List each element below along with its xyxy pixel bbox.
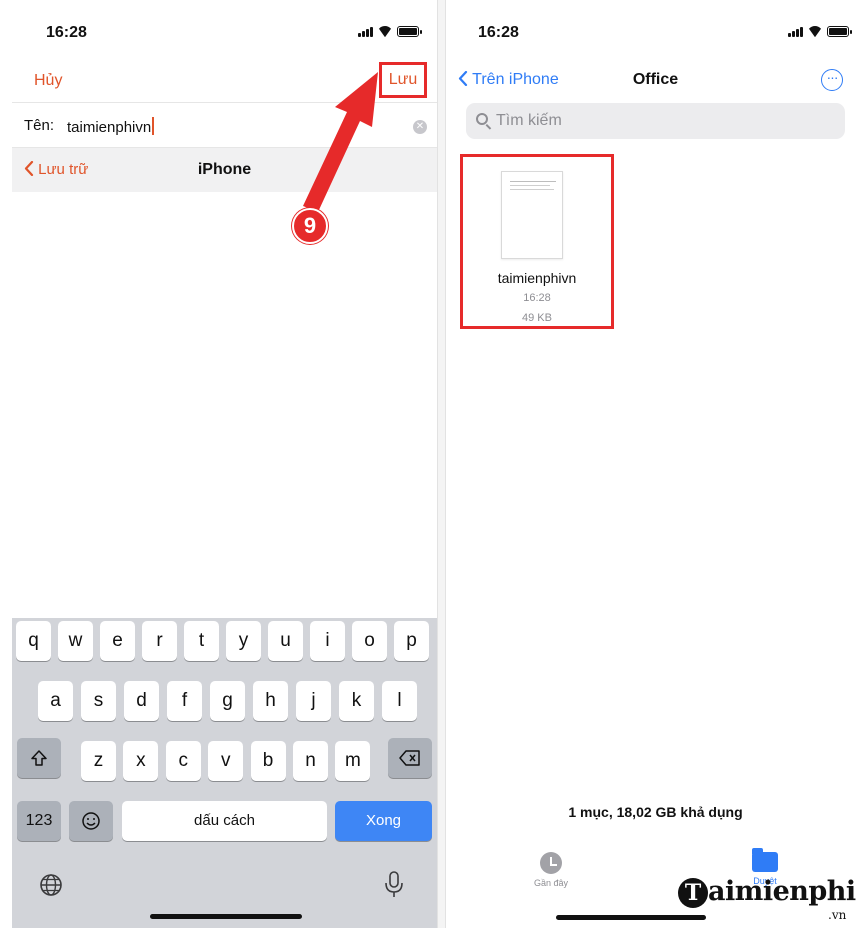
search-placeholder: Tìm kiếm <box>496 112 562 129</box>
step-number-badge: 9 <box>292 208 328 244</box>
key-j[interactable]: j <box>296 681 331 721</box>
location-bar: Lưu trữ iPhone <box>12 148 437 192</box>
shift-icon <box>31 750 47 766</box>
status-icons <box>788 26 852 37</box>
status-time: 16:28 <box>46 24 87 41</box>
key-l[interactable]: l <box>382 681 417 721</box>
file-time: 16:28 <box>523 292 551 304</box>
file-name: taimienphivn <box>497 270 577 286</box>
key-o[interactable]: o <box>352 621 387 661</box>
folder-icon <box>752 848 778 872</box>
done-key[interactable]: Xong <box>335 801 432 841</box>
microphone-icon[interactable] <box>383 870 405 900</box>
brand-logo-icon: T <box>678 878 708 908</box>
location-title: iPhone <box>197 161 252 178</box>
battery-icon <box>397 26 422 37</box>
key-k[interactable]: k <box>339 681 374 721</box>
space-key[interactable]: dấu cách <box>122 801 327 841</box>
key-e[interactable]: e <box>100 621 135 661</box>
backspace-icon <box>399 750 420 766</box>
key-g[interactable]: g <box>210 681 245 721</box>
search-field[interactable]: Tìm kiếm <box>466 103 845 139</box>
key-d[interactable]: d <box>124 681 159 721</box>
storage-info: 1 mục, 18,02 GB khả dụng <box>568 804 743 820</box>
signal-icon <box>788 27 803 37</box>
key-v[interactable]: v <box>208 741 244 781</box>
signal-icon <box>358 27 373 37</box>
delete-key[interactable] <box>388 738 432 778</box>
files-browser-screen: 16:28 Trên iPhone Office ··· Tìm kiếm ta… <box>446 0 865 928</box>
key-w[interactable]: w <box>58 621 93 661</box>
key-x[interactable]: x <box>123 741 159 781</box>
document-thumbnail <box>501 171 563 259</box>
keyboard: qwertyuiop asdfghjkl zxcvbnm 123 dấu các… <box>12 618 437 928</box>
file-name-row: Tên: taimienphivn ✕ <box>12 102 437 148</box>
folder-title: Office <box>632 71 679 88</box>
status-time: 16:28 <box>478 24 519 41</box>
numbers-key[interactable]: 123 <box>17 801 61 841</box>
key-t[interactable]: t <box>184 621 219 661</box>
key-q[interactable]: q <box>16 621 51 661</box>
save-button[interactable]: Lưu <box>379 62 427 98</box>
wifi-icon <box>378 26 392 37</box>
status-icons <box>358 26 422 37</box>
emoji-icon <box>82 812 100 830</box>
key-n[interactable]: n <box>293 741 328 781</box>
key-m[interactable]: m <box>335 741 371 781</box>
home-indicator <box>150 914 302 919</box>
status-bar: 16:28 <box>12 0 437 58</box>
clock-icon <box>540 852 562 874</box>
more-options-icon[interactable]: ··· <box>821 69 843 91</box>
file-name-label: Tên: <box>24 117 55 134</box>
tab-recents-label: Gần đây <box>533 878 569 888</box>
key-h[interactable]: h <box>253 681 288 721</box>
clear-text-icon[interactable]: ✕ <box>413 120 427 134</box>
key-s[interactable]: s <box>81 681 116 721</box>
key-f[interactable]: f <box>167 681 202 721</box>
key-p[interactable]: p <box>394 621 429 661</box>
tab-recents[interactable]: Gần đây <box>516 852 586 888</box>
battery-icon <box>827 26 852 37</box>
file-name-input[interactable]: taimienphivn <box>67 117 155 136</box>
key-a[interactable]: a <box>38 681 73 721</box>
status-bar: 16:28 <box>446 0 865 58</box>
wifi-icon <box>808 26 822 37</box>
key-z[interactable]: z <box>81 741 116 781</box>
shift-key[interactable] <box>17 738 61 778</box>
files-nav-bar: Trên iPhone Office ··· <box>446 58 865 100</box>
key-c[interactable]: c <box>165 741 201 781</box>
home-indicator <box>556 915 706 920</box>
key-b[interactable]: b <box>250 741 286 781</box>
panel-divider <box>437 0 446 928</box>
globe-icon[interactable] <box>38 872 64 898</box>
brand-name: aimienphi <box>708 876 856 907</box>
file-size: 49 KB <box>522 312 552 324</box>
key-y[interactable]: y <box>226 621 261 661</box>
save-nav-bar: Hủy Lưu <box>12 60 437 102</box>
search-icon <box>476 113 488 125</box>
emoji-key[interactable] <box>69 801 113 841</box>
save-dialog-screen: 16:28 Hủy Lưu Tên: taimienphivn ✕ Lưu tr… <box>12 0 437 928</box>
cancel-button[interactable]: Hủy <box>34 72 62 90</box>
key-u[interactable]: u <box>268 621 303 661</box>
key-i[interactable]: i <box>310 621 345 661</box>
file-item[interactable]: taimienphivn 16:28 49 KB <box>460 154 614 329</box>
brand-domain: .vn <box>828 908 847 922</box>
key-r[interactable]: r <box>142 621 177 661</box>
